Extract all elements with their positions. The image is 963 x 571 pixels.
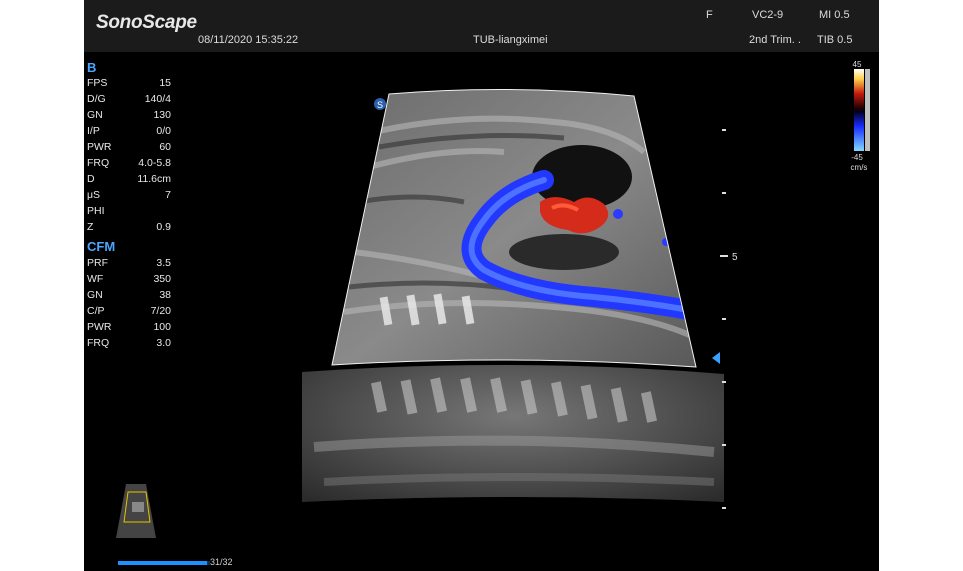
overview-thumbnail (116, 484, 156, 538)
ultrasound-image-area: S 5 45 -45 cm/s (116, 60, 870, 565)
svg-text:S: S (377, 100, 383, 110)
focus-marker-icon[interactable] (712, 352, 720, 364)
bmode-lower-region (302, 364, 724, 502)
exam-preset: 2nd Trim. . (749, 34, 801, 46)
color-scale-unit: cm/s (851, 163, 868, 172)
orientation-marker-icon: S (374, 98, 386, 110)
cine-progress-label: 31/32 (210, 557, 233, 567)
thermal-index: TIB 0.5 (817, 34, 853, 46)
color-scale-max: 45 (853, 60, 862, 69)
mechanical-index: MI 0.5 (819, 9, 850, 21)
cine-progress-bar[interactable] (118, 561, 210, 565)
color-scale-min: -45 (851, 153, 863, 162)
brand-logo: SonoScape (96, 12, 197, 33)
depth-label: 5 (732, 252, 738, 263)
color-velocity-scale: 45 -45 cm/s (851, 60, 870, 172)
focus-indicator: F (706, 9, 713, 21)
probe-name: VC2-9 (752, 9, 784, 21)
exam-datetime: 08/11/2020 15:35:22 (198, 34, 299, 46)
color-flow-box (332, 89, 696, 368)
patient-id: TUB-liangximei (473, 34, 548, 46)
header-bar: SonoScape 08/11/2020 15:35:22 TUB-liangx… (84, 0, 879, 52)
ultrasound-screen: SonoScape 08/11/2020 15:35:22 TUB-liangx… (84, 0, 879, 571)
